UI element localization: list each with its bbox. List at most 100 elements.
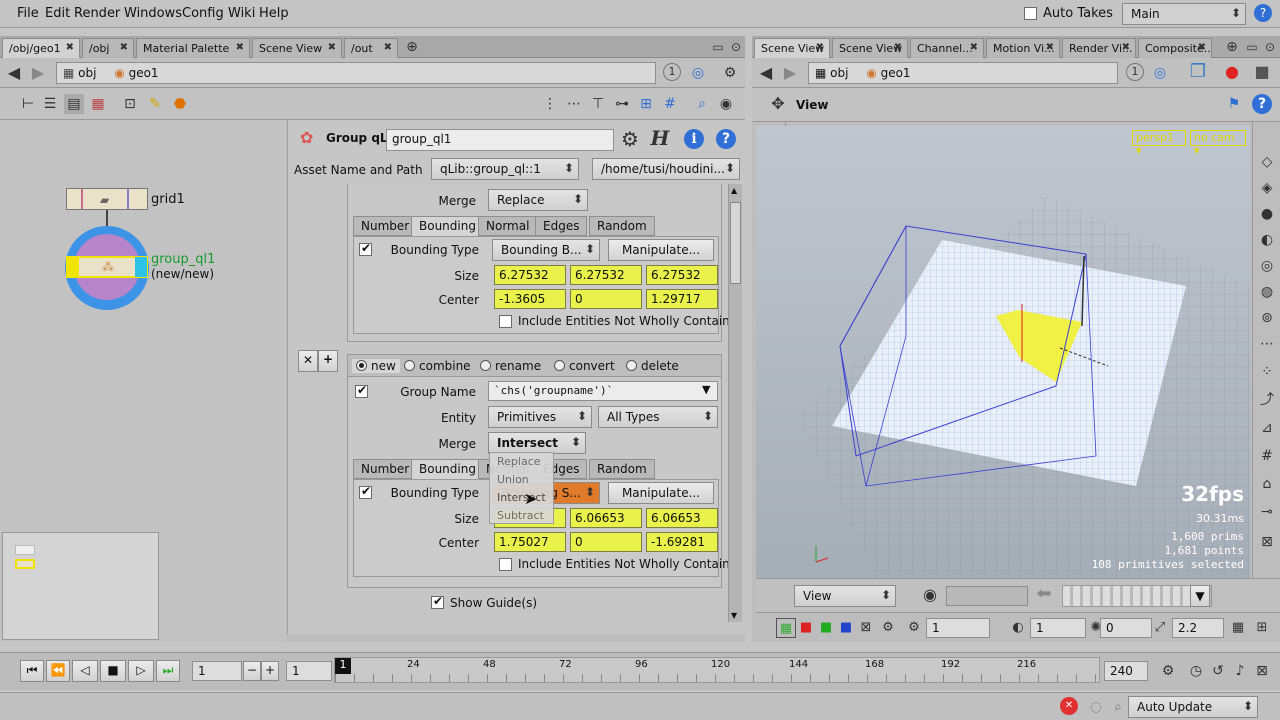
help-icon[interactable]: ? (1252, 94, 1272, 114)
menu-edit[interactable]: Edit (45, 6, 70, 21)
remove-instance-button[interactable]: ✕ (298, 350, 318, 372)
forward-arrow-icon[interactable]: ▶ (780, 63, 800, 83)
uv-display-icon[interactable]: ⊿ (1257, 418, 1277, 438)
back-arrow-icon[interactable]: ◀ (4, 63, 24, 83)
path-field[interactable]: ▦ obj ◉ geo1 (56, 62, 656, 84)
center-z-field-1[interactable]: 1.29717 (646, 289, 718, 309)
center-x-field-2[interactable]: 1.75027 (494, 532, 566, 552)
cube-icon[interactable]: ❒ (1188, 62, 1208, 82)
center-y-field-1[interactable]: 0 (570, 289, 642, 309)
points-display-icon[interactable]: ⋯ (1257, 334, 1277, 354)
frame-decrement[interactable]: − (243, 661, 261, 681)
link-icon[interactable]: ◎ (1150, 63, 1170, 83)
subtab-edges-1[interactable]: Edges (535, 216, 588, 236)
display-value-1[interactable]: 1 (926, 618, 990, 638)
grid-display-icon[interactable]: ⊚ (1257, 308, 1277, 328)
menu-help[interactable]: Help (259, 6, 289, 21)
close-icon[interactable]: ✖ (1122, 42, 1130, 53)
pin-count[interactable]: 1 (663, 63, 681, 81)
close-icon[interactable]: ✖ (970, 42, 978, 53)
asset-name-select[interactable]: qLib::group_ql::1 (431, 158, 579, 180)
node-grid1[interactable]: ▰ (66, 188, 148, 210)
vertex-display-icon[interactable]: ⁘ (1257, 362, 1277, 382)
include-entities-checkbox-1[interactable] (499, 315, 512, 328)
current-frame-field[interactable]: 1 (192, 661, 242, 681)
size-z-field-2[interactable]: 6.06653 (646, 508, 718, 528)
size-y-field-2[interactable]: 6.06653 (570, 508, 642, 528)
tab-channel[interactable]: Channel... ✖ (910, 38, 984, 58)
merge-option-subtract[interactable]: Subtract (497, 509, 544, 522)
tab-motion-view[interactable]: Motion Vi... ✖ (986, 38, 1060, 58)
manipulate-button-2[interactable]: Manipulate... (608, 482, 714, 504)
close-icon[interactable]: ✖ (328, 42, 336, 53)
pin-count[interactable]: 1 (1126, 63, 1144, 81)
merge-option-intersect[interactable]: Intersect (497, 491, 546, 504)
close-icon[interactable]: ✖ (894, 42, 902, 53)
subtab-random-2[interactable]: Random (589, 459, 655, 479)
red-channel-icon[interactable]: ■ (796, 618, 816, 638)
tab-scene-view-2[interactable]: Scene View ✖ (832, 38, 908, 58)
timeline-ruler[interactable]: 1 24 48 72 96 120 144 168 192 216 (334, 657, 1100, 683)
close-icon[interactable]: ✖ (816, 42, 824, 53)
play-icon[interactable]: ▷ (128, 660, 154, 682)
normal-display-icon[interactable]: ⤴ (1257, 390, 1277, 410)
number-display-icon[interactable]: # (1257, 446, 1277, 466)
help-icon[interactable]: ? (716, 129, 736, 149)
enable-bounding-checkbox-1[interactable] (359, 241, 372, 256)
enable-bounding-checkbox-2[interactable] (359, 484, 372, 499)
show-guides-checkbox[interactable] (431, 594, 444, 609)
link-icon[interactable]: ◎ (688, 63, 708, 83)
pin-display-icon[interactable]: ⊸ (1257, 502, 1277, 522)
param-scrollbar[interactable]: ▲ ▼ (728, 184, 742, 622)
subtab-number-2[interactable]: Number (353, 459, 418, 479)
audio-icon[interactable]: ♪ (1230, 661, 1250, 681)
scroll-down-icon[interactable]: ▼ (731, 611, 737, 620)
lut-icon[interactable]: ⚙ (878, 618, 898, 638)
menu-windows[interactable]: Windows (124, 6, 182, 21)
snap-grid-icon[interactable]: # (660, 94, 680, 114)
frame-increment[interactable]: + (261, 661, 279, 681)
close-icon[interactable]: ✖ (236, 42, 244, 53)
subtab-number-1[interactable]: Number (353, 216, 418, 236)
merge-select-1[interactable]: Replace (488, 189, 588, 211)
subtab-normal-1[interactable]: Normal (478, 216, 538, 236)
nocam-menu[interactable]: no cam ▾ (1190, 130, 1246, 157)
blue-channel-icon[interactable]: ■ (836, 618, 856, 638)
gear-icon[interactable]: ⚙ (720, 63, 740, 83)
error-icon[interactable]: ✕ (1060, 697, 1078, 715)
view-name-field[interactable] (946, 586, 1028, 606)
close-icon[interactable]: ✖ (1198, 42, 1206, 53)
close-icon[interactable]: ✖ (1046, 42, 1054, 53)
hull-display-icon[interactable]: ⌂ (1257, 474, 1277, 494)
network-view[interactable]: ▰ grid1 ⁂ group_ql1 (new/new) (0, 120, 286, 642)
camera-icon[interactable]: ■ (1252, 62, 1272, 82)
subtab-bounding-2[interactable]: Bounding (411, 459, 484, 479)
mode-convert[interactable]: convert (554, 359, 615, 373)
scroll-thumb[interactable] (730, 202, 741, 284)
entity-type-select[interactable]: All Types (598, 406, 718, 428)
sphere-icon[interactable]: ● (1257, 204, 1277, 224)
stop-icon[interactable]: ■ (100, 660, 126, 682)
gear-icon[interactable]: ⚙ (904, 618, 924, 638)
help-icon[interactable]: ? (1254, 4, 1272, 22)
connect-icon[interactable]: ⊶ (612, 94, 632, 114)
merge-select-2[interactable]: Intersect (488, 432, 586, 454)
maximize-icon[interactable]: ▭ (1242, 37, 1262, 57)
prev-key-icon[interactable]: ⏪ (46, 660, 70, 682)
3d-viewport[interactable]: persp1 ▾ no cam ▾ 32fps 30.31ms 1,600 pr… (756, 126, 1250, 578)
timeline-options-icon[interactable]: ⊠ (1252, 661, 1272, 681)
cylinder-icon[interactable]: ◎ (1257, 256, 1277, 276)
shaded-icon[interactable]: ◈ (1257, 178, 1277, 198)
tree-icon[interactable]: ⊢ (18, 94, 38, 114)
detail-icon[interactable]: ▤ (64, 94, 84, 114)
close-icon[interactable]: ✖ (66, 42, 74, 53)
size-z-field-1[interactable]: 6.27532 (646, 265, 718, 285)
pane-menu-icon[interactable]: ⊙ (1260, 37, 1280, 57)
history-menu[interactable]: ▼ (1190, 585, 1210, 607)
center-y-field-2[interactable]: 0 (570, 532, 642, 552)
entity-select[interactable]: Primitives (488, 406, 592, 428)
wireframe-icon[interactable]: ◇ (1257, 152, 1277, 172)
contrast-icon[interactable]: ◐ (1008, 618, 1028, 638)
search-icon[interactable]: ⌕ (1108, 697, 1128, 717)
menu-render[interactable]: Render (74, 6, 120, 21)
